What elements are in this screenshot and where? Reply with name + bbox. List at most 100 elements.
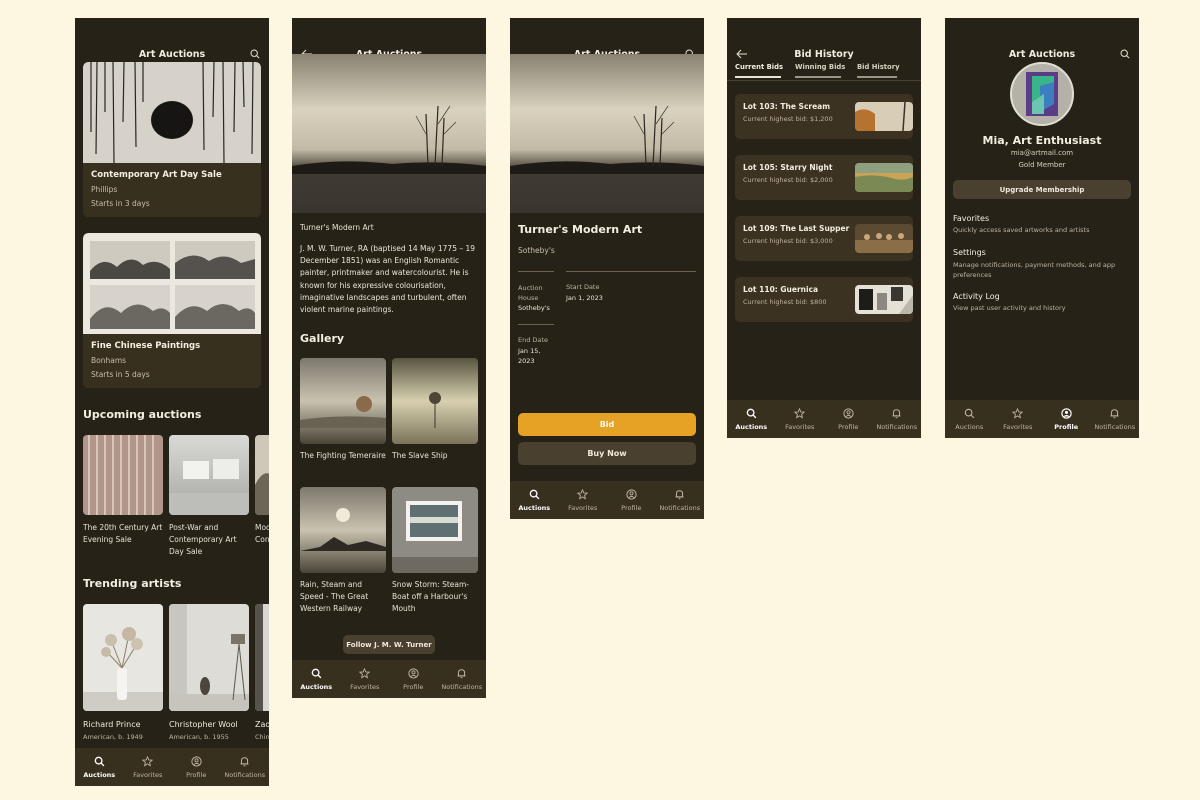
bid-history-screen: Bid History Current Bids Winning Bids Bi…: [727, 18, 921, 438]
gallery-item-title: The Slave Ship: [392, 451, 448, 460]
bid-card[interactable]: Lot 109: The Last Supper Current highest…: [735, 216, 913, 261]
search-icon[interactable]: [1120, 49, 1130, 59]
profile-icon: [843, 407, 854, 419]
nav-auctions[interactable]: Auctions: [292, 660, 341, 698]
tab-bid-history[interactable]: Bid History: [857, 63, 900, 71]
upgrade-membership-button[interactable]: Upgrade Membership: [953, 180, 1131, 199]
nav-label: Notifications: [659, 503, 701, 512]
nav-label: Profile: [403, 682, 424, 691]
nav-favorites[interactable]: Favorites: [994, 400, 1043, 438]
screen-title: Art Auctions: [138, 49, 206, 60]
nav-profile[interactable]: Profile: [607, 481, 656, 519]
auction-artwork-image: [83, 62, 261, 163]
start-date-value: Jan 1, 2023: [566, 294, 603, 302]
tab-winning-bids[interactable]: Winning Bids: [795, 63, 845, 71]
featured-auction-start: Starts in 5 days: [91, 370, 150, 379]
profile-screen: Art Auctions Mia, Art Enthusiast mia@art…: [945, 18, 1139, 438]
gallery-item[interactable]: Snow Storm: Steam-Boat off a Harbour's M…: [392, 487, 478, 627]
divider: [518, 324, 554, 325]
artist-image: [83, 604, 163, 711]
nav-profile[interactable]: Profile: [824, 400, 873, 438]
featured-auction-house: Phillips: [91, 185, 118, 194]
nav-favorites[interactable]: Favorites: [776, 400, 825, 438]
bid-card[interactable]: Lot 110: Guernica Current highest bid: $…: [735, 277, 913, 322]
menu-item-activity-log[interactable]: Activity Log View past user activity and…: [953, 292, 1131, 316]
nav-auctions[interactable]: Auctions: [945, 400, 994, 438]
artist-detail-screen: Art Auctions Turner's Modern Art J. M. W…: [292, 18, 486, 698]
gallery-item[interactable]: Rain, Steam and Speed - The Great Wester…: [300, 487, 386, 627]
gallery-heading: Gallery: [300, 332, 345, 345]
bid-lot-title: Lot 110: Guernica: [743, 285, 819, 294]
avatar: [1010, 62, 1074, 126]
menu-item-favorites[interactable]: Favorites Quickly access saved artworks …: [953, 214, 1131, 238]
nav-profile[interactable]: Profile: [389, 660, 438, 698]
featured-auction-title: Contemporary Art Day Sale: [91, 170, 222, 180]
artist-item[interactable]: Zao... Chin...: [255, 604, 269, 744]
artist-image: [169, 604, 249, 711]
nav-label: Profile: [621, 503, 642, 512]
tab-current-bids[interactable]: Current Bids: [735, 63, 783, 71]
upcoming-heading: Upcoming auctions: [83, 408, 202, 421]
bid-button[interactable]: Bid: [518, 413, 696, 436]
featured-auction-card[interactable]: Contemporary Art Day Sale Phillips Start…: [83, 62, 261, 217]
nav-label: Profile: [186, 770, 207, 779]
divider: [727, 80, 921, 81]
bid-artwork-thumbnail: [855, 285, 913, 314]
artist-name: Zao...: [255, 720, 269, 729]
gallery-item[interactable]: The Slave Ship: [392, 358, 478, 478]
upcoming-auction-item[interactable]: Modern Contemporary Sou...: [255, 435, 269, 555]
nav-notifications[interactable]: Notifications: [438, 660, 487, 698]
nav-profile[interactable]: Profile: [1042, 400, 1091, 438]
nav-notifications[interactable]: Notifications: [656, 481, 705, 519]
start-date-key: Start Date: [566, 283, 600, 291]
featured-auction-card[interactable]: Fine Chinese Paintings Bonhams Starts in…: [83, 233, 261, 388]
search-icon: [529, 489, 540, 499]
bid-card[interactable]: Lot 105: Starry Night Current highest bi…: [735, 155, 913, 200]
divider: [566, 271, 696, 272]
upcoming-auction-title: The 20th Century Art Evening Sale: [83, 523, 163, 544]
profile-name: Mia, Art Enthusiast: [982, 134, 1102, 147]
star-icon: [577, 488, 589, 500]
buy-now-button[interactable]: Buy Now: [518, 442, 696, 465]
profile-icon: [408, 667, 419, 679]
artist-item[interactable]: Richard Prince American, b. 1949: [83, 604, 163, 744]
upcoming-artwork-image: [83, 435, 163, 515]
bell-icon: [675, 489, 684, 499]
nav-notifications[interactable]: Notifications: [221, 748, 270, 786]
menu-item-settings[interactable]: Settings Manage notifications, payment m…: [953, 248, 1131, 282]
auction-artwork-image: [83, 233, 261, 334]
upcoming-auction-title: Post-War and Contemporary Art Day Sale: [169, 523, 237, 556]
bottom-nav: Auctions Favorites Profile Notifications: [292, 660, 486, 698]
nav-notifications[interactable]: Notifications: [873, 400, 922, 438]
nav-label: Favorites: [350, 682, 380, 691]
gallery-item-title: Snow Storm: Steam-Boat off a Harbour's M…: [392, 580, 470, 613]
nav-auctions[interactable]: Auctions: [75, 748, 124, 786]
nav-notifications[interactable]: Notifications: [1091, 400, 1140, 438]
nav-label: Profile: [838, 422, 859, 431]
nav-auctions[interactable]: Auctions: [727, 400, 776, 438]
nav-label: Notifications: [224, 770, 266, 779]
follow-artist-button[interactable]: Follow J. M. W. Turner: [343, 635, 435, 654]
search-icon: [311, 668, 322, 678]
screen-title: Bid History: [794, 49, 854, 60]
bid-card[interactable]: Lot 103: The Scream Current highest bid:…: [735, 94, 913, 139]
nav-favorites[interactable]: Favorites: [341, 660, 390, 698]
search-icon[interactable]: [250, 49, 260, 59]
nav-profile[interactable]: Profile: [172, 748, 221, 786]
nav-favorites[interactable]: Favorites: [559, 481, 608, 519]
bell-icon: [240, 756, 249, 766]
nav-label: Auctions: [735, 422, 768, 431]
bid-lot-title: Lot 109: The Last Supper: [743, 224, 850, 233]
tab-underline: [857, 76, 897, 78]
upcoming-auction-item[interactable]: The 20th Century Art Evening Sale: [83, 435, 163, 555]
nav-auctions[interactable]: Auctions: [510, 481, 559, 519]
gallery-artwork-image: [392, 358, 478, 444]
artist-item[interactable]: Christopher Wool American, b. 1955: [169, 604, 249, 744]
menu-item-title: Favorites: [953, 214, 990, 223]
bell-icon: [892, 408, 901, 418]
nav-label: Notifications: [1094, 422, 1136, 431]
upcoming-auction-item[interactable]: Post-War and Contemporary Art Day Sale: [169, 435, 249, 556]
bid-amount: Current highest bid: $3,000: [743, 237, 833, 245]
gallery-item[interactable]: The Fighting Temeraire: [300, 358, 386, 478]
nav-favorites[interactable]: Favorites: [124, 748, 173, 786]
